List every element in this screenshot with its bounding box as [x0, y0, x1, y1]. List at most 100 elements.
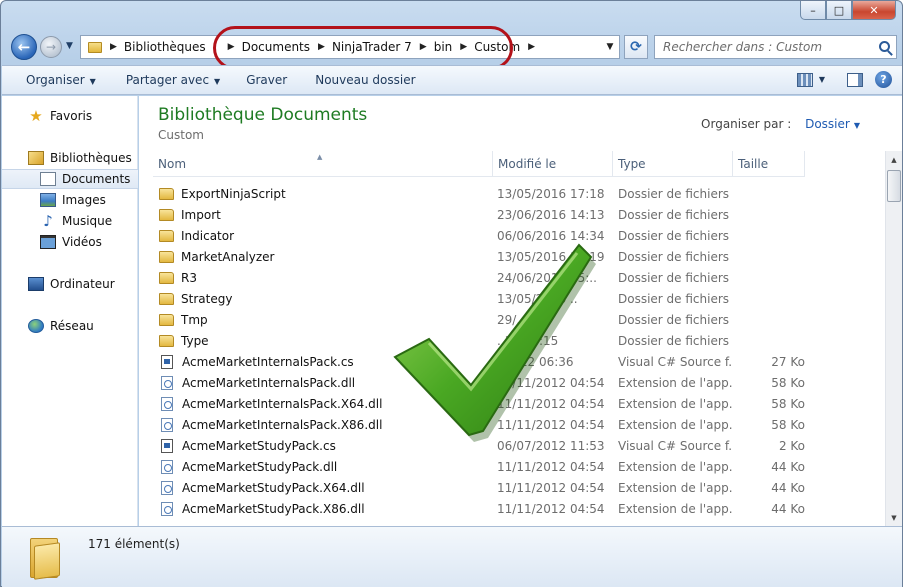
column-header-name[interactable]: Nom ▲	[153, 151, 493, 177]
preview-pane-icon[interactable]	[847, 72, 863, 87]
table-row[interactable]: Strategy 13/05/2016 .. Dossier de fichiers	[153, 288, 805, 309]
csharp-file-icon	[161, 354, 173, 369]
change-view-icon[interactable]	[796, 72, 813, 87]
computer-icon	[28, 277, 44, 291]
cell-modified: 06/07/2012 11:53	[497, 438, 605, 453]
scroll-thumb[interactable]	[887, 170, 901, 202]
search-icon[interactable]	[879, 41, 890, 52]
sidebar-item-documents[interactable]: Documents	[2, 169, 138, 189]
cell-modified: ..2012 06:36	[497, 354, 574, 369]
organize-button[interactable]: Organiser ▼	[26, 73, 96, 87]
table-row[interactable]: AcmeMarketInternalsPack.dll 11/11/2012 04…	[153, 372, 805, 393]
table-row[interactable]: AcmeMarketInternalsPack.X64.dll 11/11/201…	[153, 393, 805, 414]
cell-name: MarketAnalyzer	[153, 250, 493, 264]
scroll-down-button[interactable]: ▼	[886, 509, 902, 526]
cell-name: AcmeMarketStudyPack.cs	[153, 438, 493, 453]
sidebar-item-label: Ordinateur	[50, 277, 115, 291]
arrange-by: Organiser par : Dossier ▼	[701, 117, 860, 131]
table-row[interactable]: ExportNinjaScript 13/05/2016 17:18 Dossier…	[153, 183, 805, 204]
images-icon	[40, 193, 56, 207]
breadcrumb-separator-icon[interactable]: ▶	[528, 42, 535, 52]
cell-type: Dossier de fichiers	[618, 228, 730, 243]
minimize-button[interactable]: –	[800, 1, 826, 20]
column-header-size[interactable]: Taille	[733, 151, 805, 177]
cell-name: R3	[153, 271, 493, 285]
new-folder-button[interactable]: Nouveau dossier	[315, 73, 415, 87]
sidebar-item-videos[interactable]: Vidéos	[2, 232, 138, 252]
table-row[interactable]: AcmeMarketStudyPack.cs 06/07/2012 11:53 Vi…	[153, 435, 805, 456]
sidebar-item-favorites[interactable]: ★ Favoris	[2, 106, 138, 126]
cell-type: Dossier de fichiers	[618, 207, 730, 222]
address-bar[interactable]: ▶ Bibliothèques ▶ Documents ▶ NinjaTrade…	[80, 26, 620, 70]
item-count: 171 élément(s)	[88, 537, 180, 551]
file-name: R3	[181, 270, 197, 285]
table-row[interactable]: R3 24/06/2016 15:.. Dossier de fichiers	[153, 267, 805, 288]
breadcrumb-bin[interactable]: bin	[434, 40, 453, 54]
search-input[interactable]	[655, 36, 865, 58]
sidebar-item-images[interactable]: Images	[2, 190, 138, 210]
table-row[interactable]: AcmeMarketInternalsPack.cs ..2012 06:36 Vi…	[153, 351, 805, 372]
share-button[interactable]: Partager avec ▼	[126, 73, 220, 87]
table-row[interactable]: Import 23/06/2016 14:13 Dossier de fichier…	[153, 204, 805, 225]
table-row[interactable]: AcmeMarketStudyPack.X64.dll 11/11/2012 04…	[153, 477, 805, 498]
column-header-type[interactable]: Type	[613, 151, 733, 177]
cell-name: AcmeMarketStudyPack.X64.dll	[153, 480, 493, 495]
close-button[interactable]: ✕	[852, 1, 896, 20]
breadcrumb-libraries[interactable]: Bibliothèques	[124, 40, 206, 54]
dll-file-icon	[161, 501, 173, 516]
sidebar-item-computer[interactable]: Ordinateur	[2, 274, 138, 294]
sidebar-item-label: Réseau	[50, 319, 94, 333]
arrange-dropdown[interactable]: Dossier ▼	[805, 117, 860, 131]
cell-modified: 29/..	[497, 312, 524, 327]
folder-icon	[159, 292, 174, 305]
help-icon[interactable]: ?	[875, 71, 892, 88]
folder-icon	[30, 534, 62, 580]
cell-modified: 13/05/2016 ..	[497, 291, 578, 306]
table-row[interactable]: MarketAnalyzer 13/05/2016 17:19 Dossier de…	[153, 246, 805, 267]
cell-type: Extension de l'app...	[618, 375, 733, 390]
breadcrumb-documents[interactable]: Documents	[242, 40, 310, 54]
breadcrumb-separator-icon[interactable]: ▶	[420, 42, 427, 52]
sidebar-item-music[interactable]: ♪ Musique	[2, 211, 138, 231]
column-header-modified[interactable]: Modifié le	[493, 151, 613, 177]
maximize-button[interactable]: □	[826, 1, 852, 20]
chevron-down-icon[interactable]: ▼	[819, 75, 825, 84]
cell-size: 2 Ko	[778, 438, 805, 453]
view-controls: ▼ ?	[796, 71, 892, 88]
recent-pages-button[interactable]: ▼	[66, 41, 73, 51]
vertical-scrollbar[interactable]: ▲ ▼	[885, 151, 902, 526]
cell-size: 58 Ko	[771, 375, 805, 390]
breadcrumb-custom[interactable]: Custom	[474, 40, 520, 54]
refresh-button[interactable]: ⟳	[624, 35, 648, 59]
file-name: AcmeMarketStudyPack.dll	[182, 459, 338, 474]
cell-modified: 13/05/2016 17:18	[497, 186, 605, 201]
sidebar-item-network[interactable]: Réseau	[2, 316, 138, 336]
table-row[interactable]: Tmp 29/.. Dossier de fichiers	[153, 309, 805, 330]
arrange-label: Organiser par :	[701, 117, 792, 131]
breadcrumb-separator-icon[interactable]: ▶	[110, 42, 117, 52]
table-row[interactable]: AcmeMarketInternalsPack.X86.dll 11/11/201…	[153, 414, 805, 435]
cell-modified: 11/11/2012 04:54	[497, 396, 605, 411]
table-row[interactable]: Indicator 06/06/2016 14:34 Dossier de fich…	[153, 225, 805, 246]
table-row[interactable]: AcmeMarketStudyPack.X86.dll 11/11/2012 04…	[153, 498, 805, 519]
chevron-down-icon: ▼	[214, 77, 221, 86]
breadcrumb-separator-icon[interactable]: ▶	[460, 42, 467, 52]
file-name: AcmeMarketInternalsPack.dll	[182, 375, 356, 390]
breadcrumb-ninjatrader[interactable]: NinjaTrader 7	[332, 40, 412, 54]
table-row[interactable]: Type ..16 17:15 Dossier de fichiers	[153, 330, 805, 351]
folder-icon	[159, 313, 174, 326]
forward-button[interactable]: →	[40, 36, 62, 58]
table-row[interactable]: AcmeMarketStudyPack.dll 11/11/2012 04:54 E…	[153, 456, 805, 477]
back-button[interactable]: ←	[11, 34, 37, 60]
chevron-down-icon[interactable]: ▼	[601, 36, 619, 58]
libraries-icon	[28, 151, 44, 165]
burn-button[interactable]: Graver	[246, 73, 287, 87]
cell-modified: 11/11/2012 04:54	[497, 501, 605, 516]
scroll-up-button[interactable]: ▲	[886, 151, 902, 168]
search-box[interactable]	[654, 35, 897, 59]
breadcrumb-separator-icon[interactable]: ▶	[318, 42, 325, 52]
breadcrumb-separator-icon[interactable]: ▶	[228, 42, 235, 52]
cell-modified: 06/06/2016 14:34	[497, 228, 605, 243]
sidebar-item-libraries[interactable]: Bibliothèques	[2, 148, 138, 168]
cell-name: ExportNinjaScript	[153, 187, 493, 201]
